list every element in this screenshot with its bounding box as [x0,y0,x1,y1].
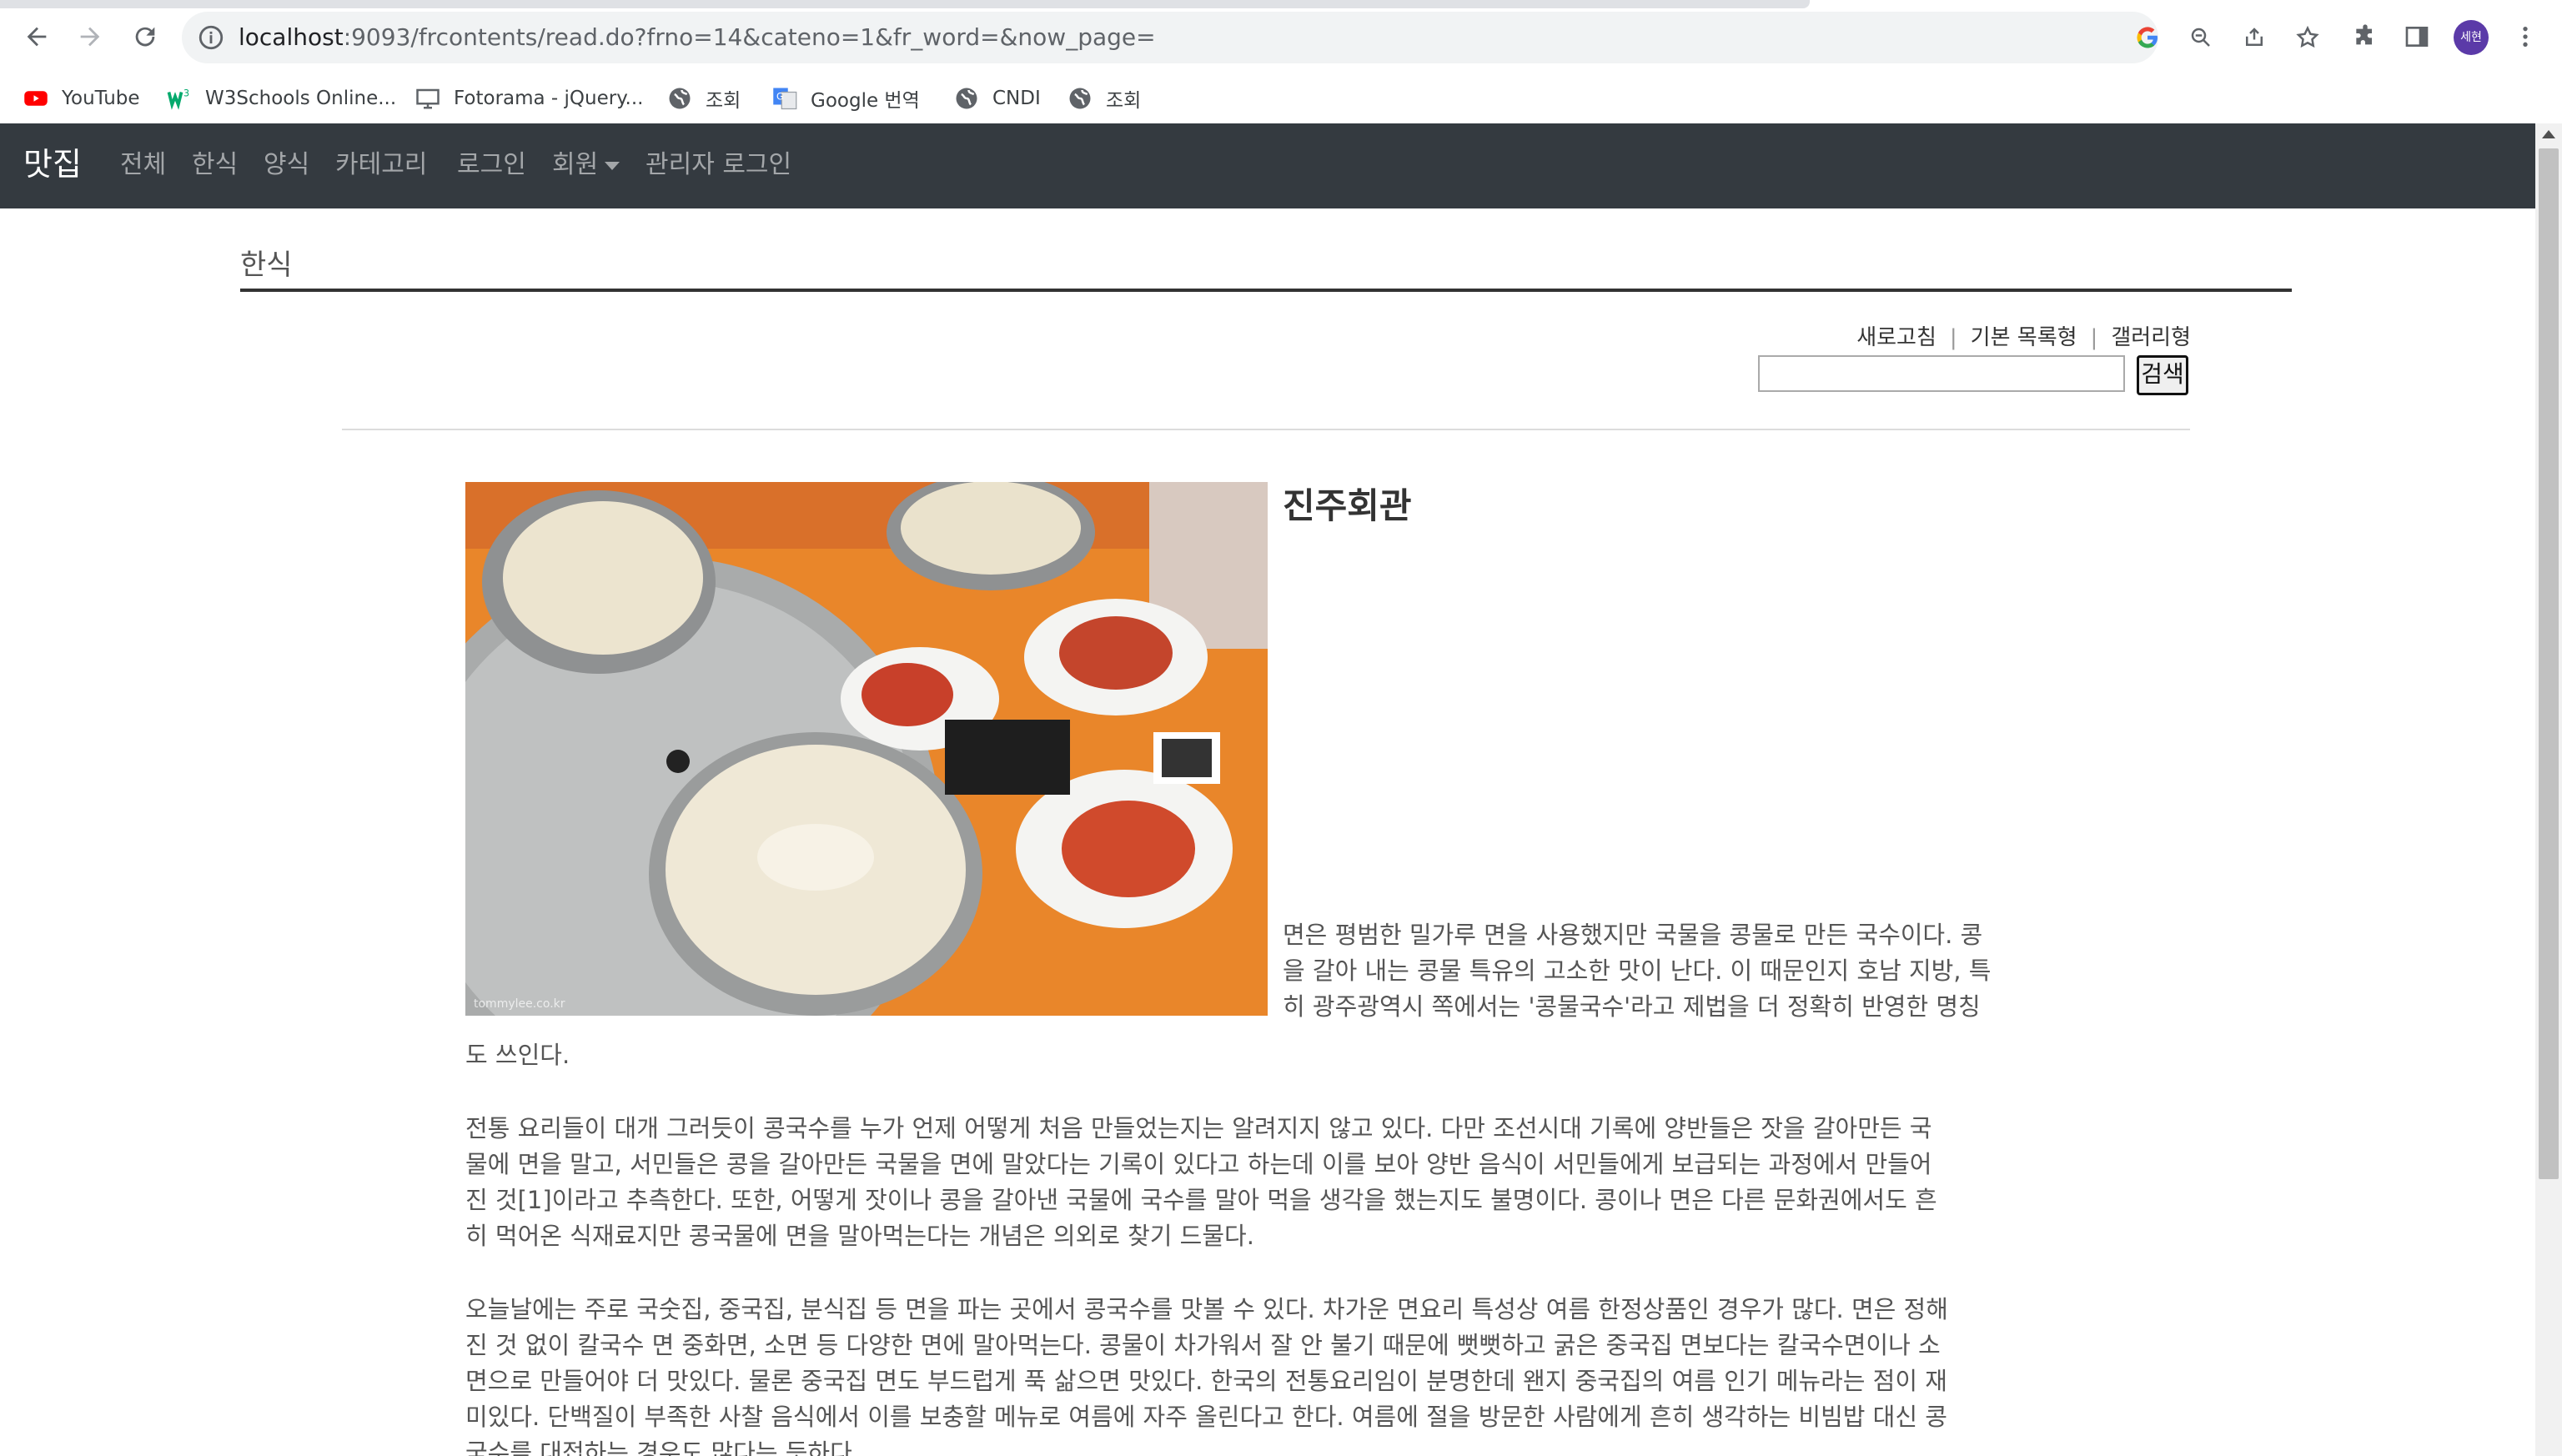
google-icon[interactable] [2133,23,2162,52]
bookmark-fotorama[interactable]: Fotorama - jQuery... [415,82,643,115]
text-line: 물에 면을 말고, 서민들은 콩을 갈아만든 국물을 면에 말았다는 기록이 있… [465,1150,1932,1178]
title-divider [240,289,2292,292]
bookmark-star-icon[interactable] [2293,23,2322,52]
page-scrollbar[interactable] [2535,123,2562,1456]
restaurant-photo: tommylee.co.kr [465,482,1268,1016]
menu-kebab-icon[interactable] [2507,18,2544,55]
article-body: 도 쓰인다. 전통 요리들이 대개 그러듯이 콩국수를 누가 언제 어떻게 처음… [465,1037,2063,1456]
list-view-link[interactable]: 기본 목록형 [1971,325,2077,350]
svg-text:G: G [776,91,784,102]
page-viewport: 맛집 전체 한식 양식 카테고리 로그인 회원 관리자 로그인 한식 새로고침 |… [0,123,2562,1456]
text-line: 오늘날에는 주로 국숫집, 중국집, 분식집 등 면을 파는 곳에서 콩국수를 … [465,1295,1948,1323]
site-brand[interactable]: 맛집 [23,143,82,185]
search-input[interactable] [1758,355,2125,392]
history-paragraph: 전통 요리들이 대개 그러듯이 콩국수를 누가 언제 어떻게 처음 만들었는지는… [465,1111,2063,1254]
globe-icon [954,86,979,111]
photo-credit: tommylee.co.kr [474,997,565,1011]
restaurant-name: 진주회관 [1283,485,1412,526]
globe-icon [1068,86,1093,111]
caret-down-icon [605,161,620,170]
bookmark-label: Google 번역 [811,90,920,112]
url-host: localhost [239,23,344,51]
link-separator: | [2090,325,2098,350]
section-title: 한식 [240,249,293,282]
nav-link-login[interactable]: 로그인 [457,148,526,182]
text-line: 전통 요리들이 대개 그러듯이 콩국수를 누가 언제 어떻게 처음 만들었는지는… [465,1114,1932,1142]
text-line: 을 갈아 내는 콩물 특유의 고소한 맛이 난다. 이 때문인지 호남 지방, … [1283,956,1992,985]
link-separator: | [1949,325,1957,350]
url-text[interactable]: localhost:9093/frcontents/read.do?frno=1… [239,22,1156,53]
bookmark-google-translate[interactable]: G Google 번역 [772,82,920,115]
extensions-icon[interactable] [2347,18,2384,55]
side-panel-icon[interactable] [2399,18,2435,55]
back-arrow-icon [27,27,47,47]
text-line: 미있다. 단백질이 부족한 사찰 음식에서 이를 보충할 메뉴로 여름에 자주 … [465,1403,1947,1431]
text-line: 히 광주광역시 쪽에서는 '콩물국수'라고 제법을 더 정확히 반영한 명칭 [1283,992,1981,1021]
bookmark-label: YouTube [62,88,140,109]
site-navbar: 맛집 전체 한식 양식 카테고리 로그인 회원 관리자 로그인 [0,123,2535,208]
modern-paragraph: 오늘날에는 주로 국숫집, 중국집, 분식집 등 면을 파는 곳에서 콩국수를 … [465,1292,2063,1456]
bookmarks-bar: YouTube 3 W3Schools Online... Fotorama -… [0,77,2562,123]
refresh-link[interactable]: 새로고침 [1856,325,1937,350]
bookmark-label: 조회 [706,90,741,112]
text-line: 면은 평범한 밀가루 면을 사용했지만 국물을 콩물로 만든 국수이다. 콩 [1283,921,1983,949]
bookmark-lookup-2[interactable]: 조회 [1068,82,1141,115]
bookmark-label: 조회 [1106,90,1142,112]
bookmark-label: Fotorama - jQuery... [454,88,644,109]
zoom-icon[interactable] [2187,23,2215,52]
text-line: 히 먹어온 식재료지만 콩국물에 면을 말아먹는다는 개념은 의외로 찾기 드물… [465,1222,1254,1250]
nav-link-western[interactable]: 양식 [264,148,309,182]
bookmark-label: CNDI [992,88,1041,109]
share-icon[interactable] [2240,23,2268,52]
gallery-view-link[interactable]: 갤러리형 [2111,325,2191,350]
google-translate-icon: G [772,86,797,111]
scroll-up-icon[interactable] [2542,130,2555,138]
reload-icon [135,27,155,47]
monitor-icon [415,86,440,111]
nav-dropdown-label: 회원 [552,150,599,179]
content-divider [342,429,2190,430]
text-line: 면으로 만들어야 더 맛있다. 물론 중국집 면도 부드럽게 푹 삶으면 맛있다… [465,1367,1947,1395]
browser-toolbar: localhost:9093/frcontents/read.do?frno=1… [0,0,2562,77]
text-line: 국수를 대접하는 경우도 많다는 듯하다. [465,1438,860,1456]
search-button[interactable]: 검색 [2137,355,2188,395]
bookmark-lookup-1[interactable]: 조회 [667,82,741,115]
reload-button[interactable] [125,17,165,57]
nav-link-admin-login[interactable]: 관리자 로그인 [646,148,791,182]
address-bar[interactable]: localhost:9093/frcontents/read.do?frno=1… [182,12,2319,63]
nav-link-all[interactable]: 전체 [120,148,166,182]
nav-dropdown-member[interactable]: 회원 [552,148,620,182]
intro-paragraph: 면은 평범한 밀가루 면을 사용했지만 국물을 콩물로 만든 국수이다. 콩 을… [1283,917,2050,1025]
text-line: 진 것[1]이라고 추측한다. 또한, 어떻게 잣이나 콩을 갈아낸 국물에 국… [465,1186,1937,1214]
svg-text:3: 3 [183,88,189,99]
back-button[interactable] [17,17,57,57]
bookmark-w3schools[interactable]: 3 W3Schools Online... [167,82,396,115]
bookmark-cndi[interactable]: CNDI [954,82,1041,115]
w3schools-icon: 3 [167,86,192,111]
bookmark-youtube[interactable]: YouTube [23,82,140,115]
intro-paragraph-tail: 도 쓰인다. [465,1037,2063,1073]
text-line: 도 쓰인다. [465,1041,570,1069]
globe-icon [667,86,692,111]
scrollbar-thumb[interactable] [2539,148,2559,1179]
site-info-icon[interactable] [197,23,225,52]
url-path: :9093/frcontents/read.do?frno=14&cateno=… [343,23,1156,51]
nav-link-category[interactable]: 카테고리 [335,148,427,182]
forward-arrow-icon [80,27,100,47]
view-links: 새로고침 | 기본 목록형 | 갤러리형 [1856,324,2191,352]
profile-avatar[interactable]: 세현 [2454,20,2489,55]
tab-strip [0,0,1810,8]
text-line: 진 것 없이 칼국수 면 중화면, 소면 등 다양한 면에 말아먹는다. 콩물이… [465,1331,1941,1359]
youtube-icon [23,86,48,111]
nav-link-korean[interactable]: 한식 [192,148,238,182]
forward-button[interactable] [70,17,110,57]
bookmark-label: W3Schools Online... [205,88,397,109]
